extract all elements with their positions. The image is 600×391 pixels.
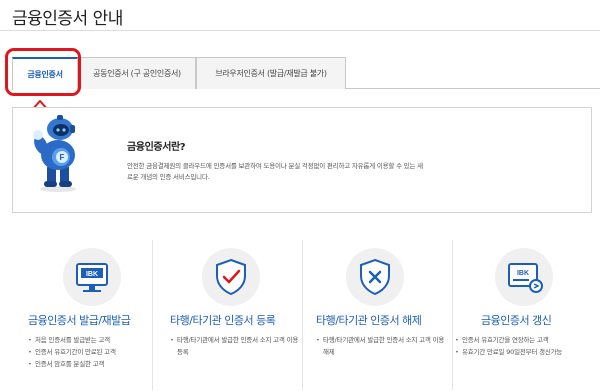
card-issue-title[interactable]: 금융인증서 발급/재발급 [28, 312, 131, 328]
svg-text:IBK: IBK [517, 270, 529, 277]
info-heading: 금융인증서란? [127, 142, 186, 153]
list-item: 인증서 유효기간이 만료된 고객 [28, 346, 116, 358]
robot-mascot-icon: F [33, 115, 76, 192]
card-issue-bullets: 처음 인증서를 발급받는 고객 인증서 유효기간이 만료된 고객 인증서 암호를… [28, 334, 116, 370]
tab-highlight-box [5, 48, 81, 96]
card-register-title[interactable]: 타행/타기관 인증서 등록 [170, 312, 276, 328]
shield-check-icon [202, 248, 260, 306]
card-register-bullets: 타행/타기관에서 발급한 인증서 소지 고객 이용등록 [170, 334, 300, 358]
card-renew-bullets: 인증서 유효기간을 연장하는 고객 유효기간 만료일 90일전부터 갱신가능 [455, 334, 575, 358]
list-item: 타행/타기관에서 발급한 인증서 소지 고객 이용등록 [170, 334, 300, 358]
svg-text:IBK: IBK [86, 271, 98, 278]
card-renew-title[interactable]: 금융인증서 갱신 [481, 312, 552, 328]
tab-browser-certificate[interactable]: 브라우저인증서 (발급/재발급 불가) [196, 57, 346, 89]
card-unregister-title[interactable]: 타행/타기관 인증서 해제 [316, 312, 422, 328]
list-item: 인증서 암호를 분실한 고객 [28, 358, 116, 370]
list-item: 유효기간 만료일 90일전부터 갱신가능 [455, 346, 575, 358]
monitor-ibk-icon: IBK [63, 248, 121, 306]
card-divider [452, 240, 453, 390]
svg-text:F: F [60, 153, 65, 162]
title-divider [0, 30, 600, 31]
card-divider [302, 240, 303, 390]
shield-x-icon [346, 248, 404, 306]
card-divider [152, 240, 153, 390]
card-renew-icon: IBK [495, 248, 553, 306]
tab-bar: 금융인증서 공동인증서 (구 공인인증서) 브라우저인증서 (발급/재발급 불가… [12, 57, 600, 90]
list-item: 타행/타기관에서 발급한 인증서 소지 고객 이용해제 [316, 334, 446, 358]
info-panel [12, 107, 592, 213]
card-unregister-bullets: 타행/타기관에서 발급한 인증서 소지 고객 이용해제 [316, 334, 446, 358]
tab-joint-certificate[interactable]: 공동인증서 (구 공인인증서) [78, 57, 196, 89]
page-title: 금융인증서 안내 [12, 9, 123, 29]
info-description: 안전한 금융결제원의 클라우드에 인증서를 보관하여 도용이나 분실 걱정없이 … [127, 162, 423, 181]
list-item: 처음 인증서를 발급받는 고객 [28, 334, 116, 346]
list-item: 인증서 유효기간을 연장하는 고객 [455, 334, 575, 346]
